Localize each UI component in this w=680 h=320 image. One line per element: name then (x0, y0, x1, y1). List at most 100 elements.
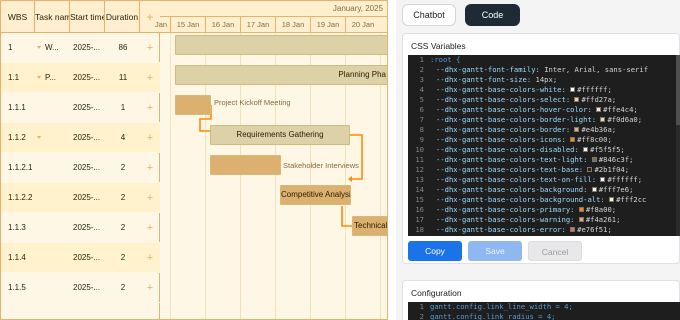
line-number: 12 (415, 165, 424, 174)
code-text: gantt.config.link_radius = 4; (430, 312, 556, 320)
color-swatch-icon[interactable] (578, 217, 584, 222)
task-bar-interviews[interactable] (210, 155, 281, 175)
css-variables-card: CSS Variables 1:root {2 --dhx-gantt-font-… (402, 33, 680, 264)
task-bar-competitive[interactable]: Competitive Analysis (280, 185, 351, 205)
task-bar-planning-phase[interactable]: Planning Pha (175, 65, 387, 85)
add-subtask-button[interactable]: + (144, 93, 156, 123)
start-time-cell: 2025-... (73, 103, 101, 112)
task-bar-project[interactable] (175, 35, 387, 55)
task-name-cell (37, 273, 67, 303)
day-label: 15 Jan (170, 17, 205, 33)
start-time-cell: 2025-... (73, 193, 101, 202)
add-subtask-button[interactable]: + (144, 33, 156, 63)
table-row[interactable]: 1.1.2.2 2025-... 2 + (1, 183, 160, 213)
add-subtask-button[interactable]: + (144, 153, 156, 183)
editor-scrollbar-thumb[interactable] (676, 55, 680, 125)
expand-caret-icon[interactable] (37, 76, 41, 80)
add-subtask-button[interactable]: + (144, 183, 156, 213)
table-row[interactable]: 1.1.4 2025-... 2 + (1, 243, 160, 273)
add-subtask-button[interactable]: + (144, 213, 156, 243)
add-subtask-button[interactable]: + (144, 63, 156, 93)
add-subtask-button[interactable]: + (144, 123, 156, 153)
color-swatch-icon[interactable] (600, 117, 606, 122)
wbs-cell: 1.1.5 (8, 283, 26, 292)
css-property: --dhx-gantt-base-colors-error: (436, 225, 566, 234)
table-row[interactable]: 1.1.1 2025-... 1 + (1, 93, 160, 123)
table-row[interactable]: 1.1 P... 2025-... 11 + (1, 63, 160, 93)
expand-caret-icon[interactable] (37, 136, 41, 140)
tab-code[interactable]: Code (465, 4, 520, 26)
table-row[interactable]: 1.1.5 2025-... 2 + (1, 273, 160, 303)
code-line: 10 --dhx-gantt-base-colors-disabled: #f5f… (408, 145, 680, 155)
css-property: --dhx-gantt-base-colors-text-light: (436, 155, 588, 164)
column-header-duration[interactable]: Duration (105, 1, 140, 33)
css-property: --dhx-gantt-base-colors-hover-color: (436, 105, 592, 114)
code-line: 17 --dhx-gantt-base-colors-warning: #f4a2… (408, 215, 680, 225)
color-swatch-icon[interactable] (609, 197, 615, 202)
task-name-cell: P... (37, 63, 67, 93)
configuration-card: Configuration 1 gantt.config.link_line_wi… (402, 280, 680, 320)
tab-chatbot[interactable]: Chatbot (402, 4, 456, 26)
task-bar-kickoff[interactable] (175, 95, 211, 115)
color-swatch-icon[interactable] (596, 107, 602, 112)
column-header-task-name[interactable]: Task name (35, 1, 70, 33)
table-row[interactable]: 1.1.2.1 2025-... 2 + (1, 153, 160, 183)
cancel-button[interactable]: Cancel (528, 241, 582, 261)
panel-tabs: Chatbot Code (396, 0, 680, 30)
side-panel: Chatbot Code CSS Variables 1:root {2 --dh… (396, 0, 680, 320)
task-name-text: P... (45, 73, 56, 82)
column-header-wbs[interactable]: WBS (1, 1, 35, 33)
css-value: #ffffff; (577, 85, 612, 94)
code-line: 1 gantt.config.link_line_width = 4; (408, 302, 680, 312)
table-row[interactable]: 1 W... 2025-... 86 + (1, 33, 160, 63)
task-name-cell (37, 123, 67, 153)
duration-cell: 1 (120, 103, 126, 112)
line-number: 1 (419, 55, 424, 64)
task-bar-requirements[interactable]: Requirements Gathering (210, 125, 350, 145)
app-root: WBS Task name Start time Duration + 1 W..… (0, 0, 680, 320)
config-code-editor[interactable]: 1 gantt.config.link_line_width = 4; 2 gantt… (408, 302, 680, 320)
color-swatch-icon[interactable] (570, 227, 576, 232)
color-swatch-icon[interactable] (574, 97, 580, 102)
color-swatch-icon[interactable] (578, 207, 584, 212)
code-line: 14 --dhx-gantt-base-colors-background: #f… (408, 185, 680, 195)
code-line: 3 --dhx-gantt-font-size: 14px; (408, 75, 680, 85)
color-swatch-icon[interactable] (591, 157, 597, 162)
copy-button[interactable]: Copy (408, 241, 462, 261)
css-value: #fff2cc (616, 195, 647, 204)
line-number: 8 (419, 125, 424, 134)
line-number: 17 (415, 215, 424, 224)
save-button[interactable]: Save (468, 241, 522, 261)
line-number: 14 (415, 185, 424, 194)
start-time-cell: 2025-... (73, 283, 101, 292)
table-row[interactable]: 1.1.3 2025-... 2 + (1, 213, 160, 243)
color-swatch-icon[interactable] (570, 137, 576, 142)
code-line: 1:root { (408, 55, 680, 65)
task-bar-technical[interactable]: Technical A (352, 216, 387, 236)
css-variables-title: CSS Variables (411, 41, 466, 51)
line-number: 2 (419, 312, 424, 320)
color-swatch-icon[interactable] (574, 127, 580, 132)
table-row[interactable]: 1.1.2 2025-... 4 + (1, 123, 160, 153)
add-subtask-button[interactable]: + (144, 273, 156, 303)
css-value: #e76f51; (577, 225, 612, 234)
expand-caret-icon[interactable] (37, 46, 41, 50)
color-swatch-icon[interactable] (591, 187, 597, 192)
css-value: #f8a00; (585, 205, 617, 214)
configuration-title: Configuration (411, 288, 462, 298)
column-header-start-time[interactable]: Start time (70, 1, 105, 33)
css-value: #846c3f; (598, 155, 634, 164)
color-swatch-icon[interactable] (600, 177, 606, 182)
code-line: 13 --dhx-gantt-base-colors-text-on-fill: … (408, 175, 680, 185)
css-property: --dhx-gantt-base-colors-border-light: (436, 115, 597, 124)
code-line: 16 --dhx-gantt-base-colors-primary: #f8a0… (408, 205, 680, 215)
color-swatch-icon[interactable] (583, 147, 589, 152)
task-name-cell (37, 213, 67, 243)
add-subtask-button[interactable]: + (144, 243, 156, 273)
color-swatch-icon[interactable] (587, 167, 593, 172)
css-code-editor[interactable]: 1:root {2 --dhx-gantt-font-family: Inter,… (408, 55, 680, 236)
code-line: 18 --dhx-gantt-base-colors-error: #e76f51… (408, 225, 680, 235)
task-name-cell: W... (37, 33, 67, 63)
wbs-cell: 1.1 (8, 73, 20, 82)
color-swatch-icon[interactable] (570, 87, 576, 92)
